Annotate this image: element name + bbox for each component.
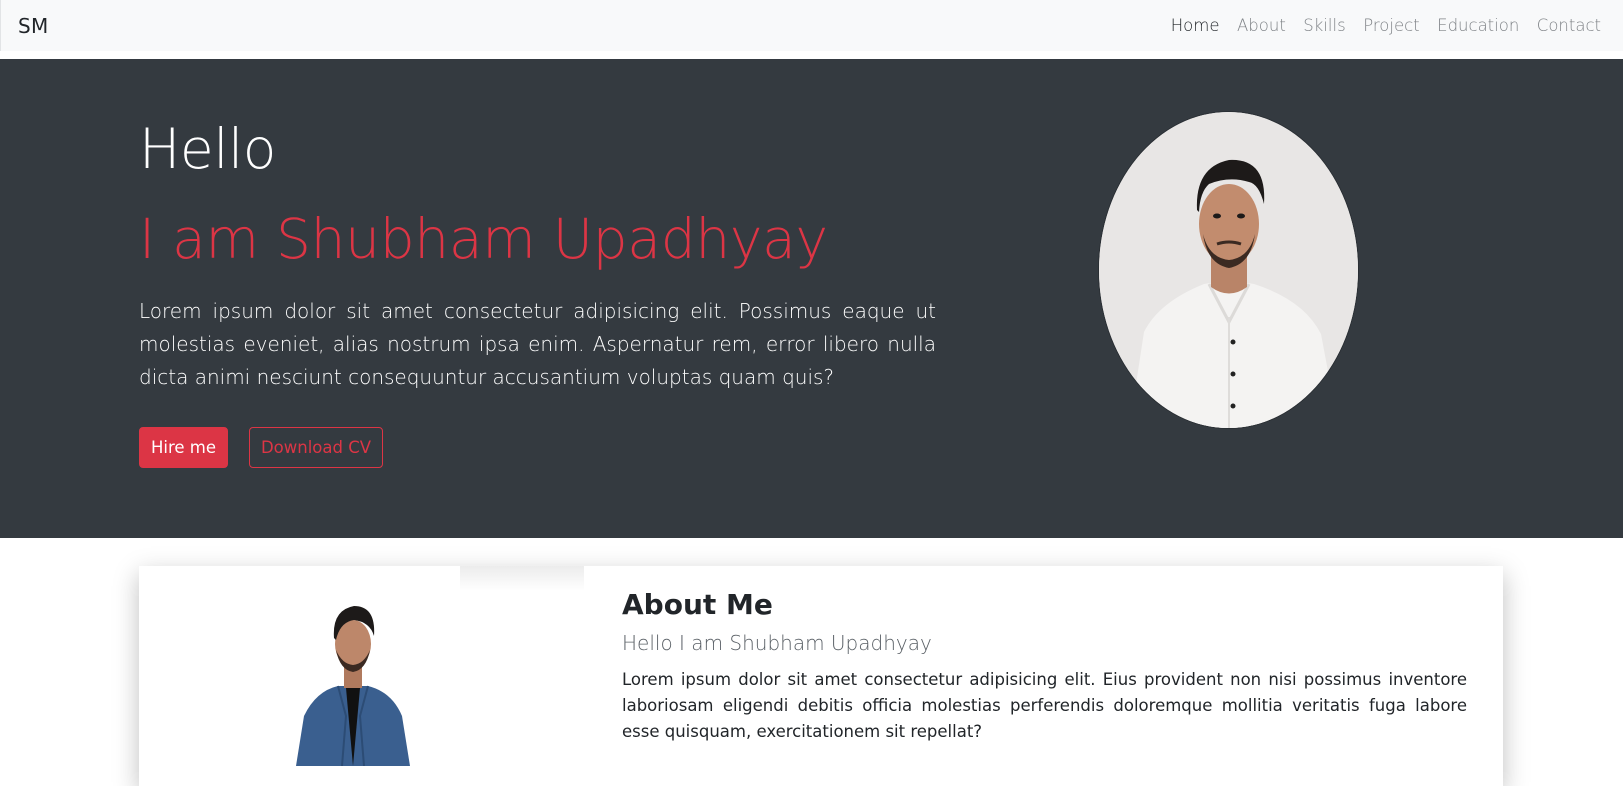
about-description: Lorem ipsum dolor sit amet consectetur a…: [622, 670, 1467, 741]
about-card-notch: [139, 566, 246, 591]
about-title: About Me: [622, 588, 773, 621]
nav-link-about[interactable]: About: [1237, 16, 1286, 35]
brand-logo[interactable]: SM: [18, 14, 49, 38]
nav-links: Home About Skills Project Education Cont…: [1153, 16, 1601, 35]
download-cv-button[interactable]: Download CV: [249, 427, 383, 468]
about-photo: [246, 566, 460, 767]
about-photo-illustration: [246, 566, 460, 767]
navbar: SM Home About Skills Project Education C…: [0, 0, 1623, 51]
hire-me-button[interactable]: Hire me: [139, 427, 228, 468]
hero-greeting: Hello: [139, 117, 276, 181]
nav-link-contact[interactable]: Contact: [1537, 16, 1601, 35]
nav-link-project[interactable]: Project: [1363, 16, 1419, 35]
about-subtitle: Hello I am Shubham Upadhyay: [622, 631, 932, 655]
hero-description: Lorem ipsum dolor sit amet consectetur a…: [139, 299, 936, 389]
about-card-notch-right: [460, 566, 584, 591]
hero-name: I am Shubham Upadhyay: [139, 207, 828, 271]
nav-link-skills[interactable]: Skills: [1303, 16, 1345, 35]
nav-link-home[interactable]: Home: [1171, 16, 1220, 35]
nav-link-education[interactable]: Education: [1437, 16, 1519, 35]
profile-photo-illustration: [1099, 112, 1358, 428]
profile-photo: [1098, 111, 1359, 429]
hero-section: Hello I am Shubham Upadhyay Lorem ipsum …: [0, 59, 1623, 538]
